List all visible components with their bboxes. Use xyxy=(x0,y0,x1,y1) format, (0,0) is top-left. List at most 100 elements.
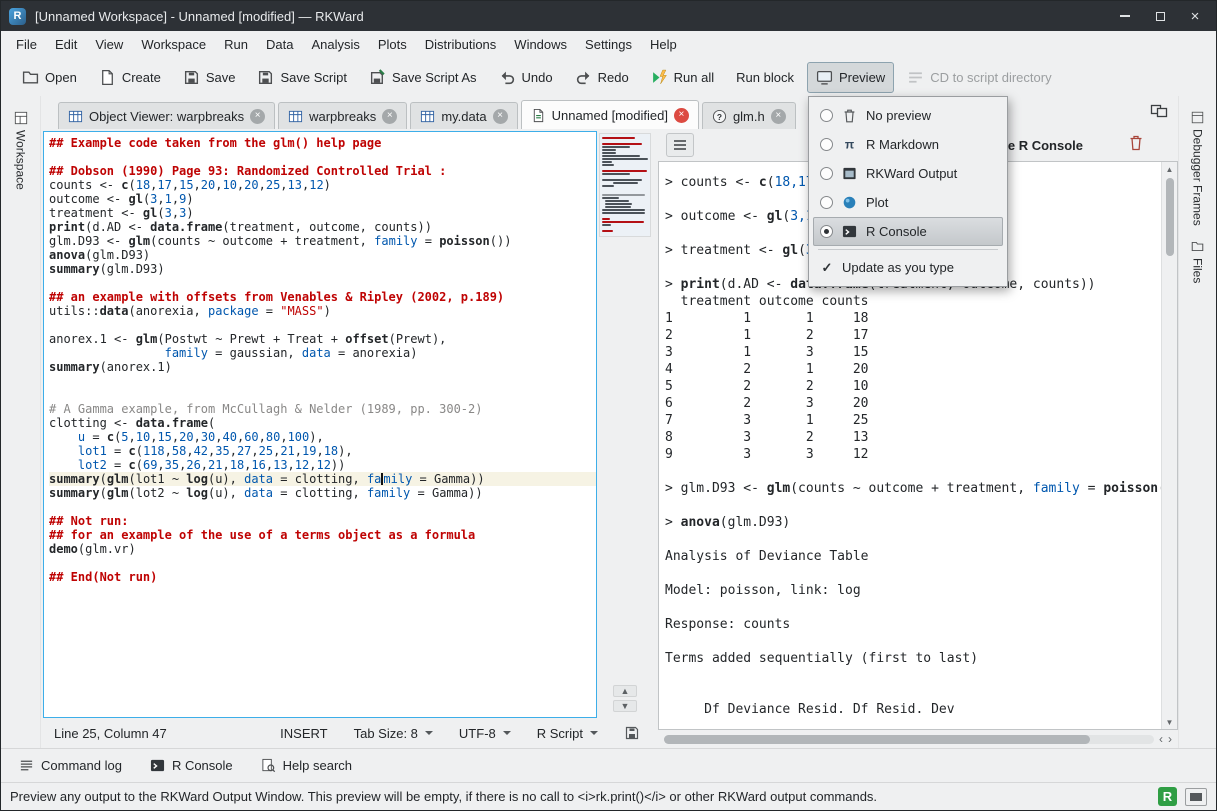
menu-view[interactable]: View xyxy=(86,33,132,56)
menu-item-r-markdown[interactable]: πR Markdown xyxy=(813,130,1003,159)
split-view-icon[interactable] xyxy=(1150,102,1168,118)
tab-label: warpbreaks xyxy=(309,109,376,124)
sidebar-item-workspace[interactable]: Workspace xyxy=(12,106,30,195)
close-tab-icon[interactable]: × xyxy=(382,109,397,124)
run-all-label: Run all xyxy=(674,70,714,85)
code-line: summary(glm(lot2 ~ log(u), data = clotti… xyxy=(49,486,596,500)
menu-data[interactable]: Data xyxy=(257,33,302,56)
code-line xyxy=(49,374,596,388)
preview-button[interactable]: Preview xyxy=(807,62,894,93)
terminal-icon xyxy=(841,224,858,239)
run-block-button[interactable]: Run block xyxy=(727,63,803,92)
menu-analysis[interactable]: Analysis xyxy=(302,33,368,56)
menu-windows[interactable]: Windows xyxy=(505,33,576,56)
menu-run[interactable]: Run xyxy=(215,33,257,56)
script-editor[interactable]: ## Example code taken from the glm() hel… xyxy=(43,131,597,718)
redo-button[interactable]: Redo xyxy=(566,62,638,93)
code-line: u = c(5,10,15,20,30,40,60,80,100), xyxy=(49,430,596,444)
code-line: lot1 = c(118,58,42,35,27,25,21,19,18), xyxy=(49,444,596,458)
menu-item-label: RKWard Output xyxy=(866,166,957,181)
create-button[interactable]: Create xyxy=(90,62,170,93)
save-button[interactable]: Save xyxy=(174,62,245,93)
close-tab-icon[interactable]: × xyxy=(250,109,265,124)
close-button[interactable]: × xyxy=(1182,5,1208,27)
console-line: treatment outcome counts xyxy=(665,293,1161,310)
undo-label: Undo xyxy=(522,70,553,85)
file-new-icon xyxy=(99,69,116,86)
save-icon[interactable] xyxy=(624,725,640,741)
minimap-viewport xyxy=(600,134,650,236)
code-line: clotting <- data.frame( xyxy=(49,416,596,430)
console-vscrollbar[interactable]: ▲ ▼ xyxy=(1161,162,1177,729)
close-tab-icon[interactable]: × xyxy=(493,109,508,124)
maximize-button[interactable] xyxy=(1147,5,1173,27)
encoding-select[interactable]: UTF-8 xyxy=(459,726,511,741)
console-hscrollbar[interactable]: ‹ › xyxy=(658,730,1178,748)
chevron-down-icon xyxy=(425,731,433,735)
scroll-down-icon[interactable]: ▼ xyxy=(613,700,637,712)
tab-warpbreaks[interactable]: warpbreaks × xyxy=(278,102,407,129)
menu-item-rkward-output[interactable]: RKWard Output xyxy=(813,159,1003,188)
code-line: glm.D93 <- glm(counts ~ outcome + treatm… xyxy=(49,234,596,248)
minimize-button[interactable] xyxy=(1112,5,1138,27)
command-log-label: Command log xyxy=(41,758,122,773)
save-icon xyxy=(183,69,200,86)
close-tab-icon[interactable]: × xyxy=(674,108,689,123)
menu-plots[interactable]: Plots xyxy=(369,33,416,56)
vscroll-thumb[interactable] xyxy=(1166,178,1174,256)
sidebar-item-debugger-frames[interactable]: Debugger Frames xyxy=(1189,106,1207,231)
rk-output-icon xyxy=(841,166,858,181)
statusbar: Preview any output to the RKWard Output … xyxy=(1,782,1216,810)
code-line xyxy=(49,150,596,164)
menu-settings[interactable]: Settings xyxy=(576,33,641,56)
open-button[interactable]: Open xyxy=(13,62,86,93)
scroll-up-icon[interactable]: ▲ xyxy=(1162,162,1177,176)
run-all-button[interactable]: Run all xyxy=(642,62,723,93)
console-line: Model: poisson, link: log xyxy=(665,582,1161,599)
menu-file[interactable]: File xyxy=(7,33,46,56)
scroll-up-icon[interactable]: ▲ xyxy=(613,685,637,697)
menu-item-update-as-you-type[interactable]: ✓Update as you type xyxy=(813,253,1003,282)
code-line: summary(anorex.1) xyxy=(49,360,596,374)
delete-preview-icon[interactable] xyxy=(1128,134,1144,152)
menu-item-no-preview[interactable]: No preview xyxy=(813,101,1003,130)
console-line: 9 3 3 12 xyxy=(665,446,1161,463)
tab-unnamed-modified[interactable]: Unnamed [modified]× xyxy=(521,100,699,129)
filetype-select[interactable]: R Script xyxy=(537,726,598,741)
menu-distributions[interactable]: Distributions xyxy=(416,33,506,56)
rkward-window: R [Unnamed Workspace] - Unnamed [modifie… xyxy=(0,0,1217,811)
save-script-as-button[interactable]: Save Script As xyxy=(360,62,486,93)
scroll-left-icon[interactable]: ‹ xyxy=(1159,733,1163,745)
menu-edit[interactable]: Edit xyxy=(46,33,86,56)
insert-mode-indicator[interactable]: INSERT xyxy=(280,726,327,741)
menu-workspace[interactable]: Workspace xyxy=(132,33,215,56)
editor-scrollbar[interactable]: ▲ ▼ xyxy=(597,131,653,718)
sidebar-item-files[interactable]: Files xyxy=(1189,235,1207,288)
hamburger-menu-icon[interactable] xyxy=(666,133,694,157)
r-console-button[interactable]: R Console xyxy=(144,754,239,777)
tab-glm-h[interactable]: ?glm.h× xyxy=(702,102,796,129)
close-tab-icon[interactable]: × xyxy=(771,109,786,124)
menu-help[interactable]: Help xyxy=(641,33,686,56)
undo-button[interactable]: Undo xyxy=(490,62,562,93)
tab-size-select[interactable]: Tab Size: 8 xyxy=(354,726,433,741)
menu-item-plot[interactable]: Plot xyxy=(813,188,1003,217)
console-line: 3 1 3 15 xyxy=(665,344,1161,361)
code-line: utils::data(anorexia, package = "MASS") xyxy=(49,304,596,318)
folder-icon xyxy=(22,69,39,86)
console-line: 6 2 3 20 xyxy=(665,395,1161,412)
help-search-button[interactable]: Help search xyxy=(255,754,358,777)
save-script-button[interactable]: Save Script xyxy=(248,62,355,93)
script-editor-pane: ## Example code taken from the glm() hel… xyxy=(41,129,653,748)
menu-item-r-console[interactable]: R Console xyxy=(813,217,1003,246)
plot-icon xyxy=(841,195,858,210)
scroll-right-icon[interactable]: › xyxy=(1168,733,1172,745)
hscroll-thumb[interactable] xyxy=(664,735,1090,744)
tab-my-data[interactable]: my.data× xyxy=(410,102,517,129)
minimap[interactable] xyxy=(599,133,651,237)
scroll-down-icon[interactable]: ▼ xyxy=(1162,715,1177,729)
r-console-label: R Console xyxy=(172,758,233,773)
tab-object-viewer-warpbreaks[interactable]: Object Viewer: warpbreaks× xyxy=(58,102,275,129)
command-log-button[interactable]: Command log xyxy=(13,754,128,777)
console-line: Terms added sequentially (first to last) xyxy=(665,650,1161,667)
